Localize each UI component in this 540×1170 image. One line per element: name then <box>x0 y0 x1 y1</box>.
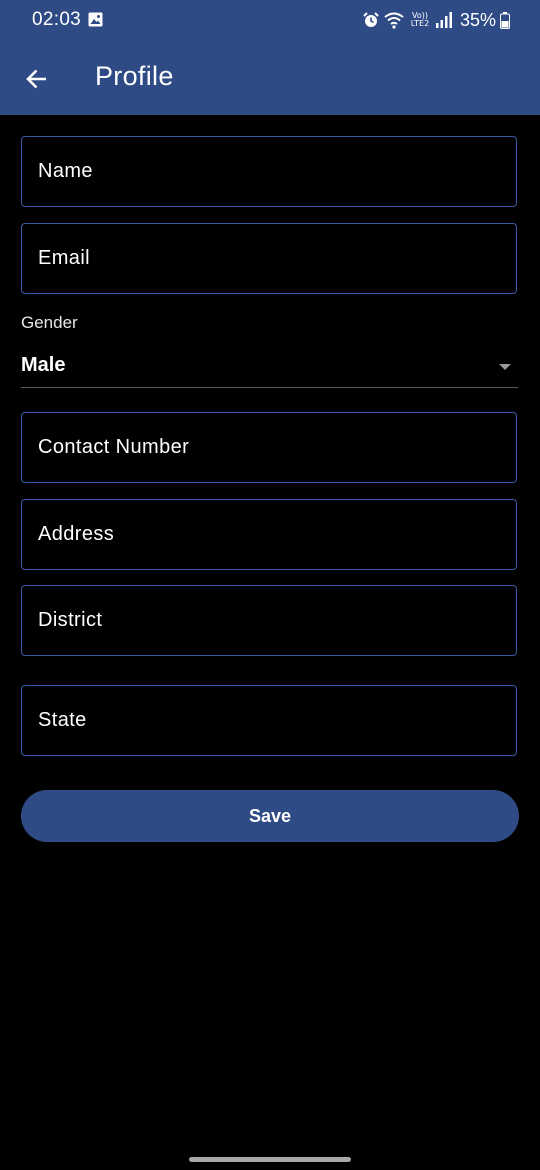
contact-number-field[interactable] <box>21 412 517 483</box>
app-bar: 02:03 Vo)) LTE2 35% Profile <box>0 0 540 115</box>
state-field[interactable] <box>21 685 517 756</box>
home-indicator[interactable] <box>189 1157 351 1162</box>
email-input[interactable] <box>38 224 498 293</box>
battery-icon <box>500 11 510 29</box>
state-input[interactable] <box>38 686 498 755</box>
status-icons: Vo)) LTE2 35% <box>362 9 510 31</box>
district-input[interactable] <box>38 586 498 655</box>
battery-percent: 35% <box>459 9 496 30</box>
save-button[interactable]: Save <box>21 790 519 842</box>
district-field[interactable] <box>21 585 517 656</box>
image-icon <box>88 12 103 27</box>
alarm-icon <box>363 12 379 27</box>
network-label: Vo)) LTE2 <box>410 11 430 28</box>
email-field[interactable] <box>21 223 517 294</box>
signal-icon <box>435 12 452 28</box>
name-field[interactable] <box>21 136 517 207</box>
back-button[interactable] <box>20 62 54 96</box>
address-input[interactable] <box>38 500 498 569</box>
name-input[interactable] <box>38 137 498 206</box>
gender-selected-value: Male <box>21 354 66 376</box>
status-bar: 02:03 Vo)) LTE2 35% <box>0 0 540 40</box>
triangle-down-icon <box>499 364 511 370</box>
page-title: Profile <box>95 61 174 91</box>
contact-number-input[interactable] <box>38 413 498 482</box>
arrow-left-icon <box>26 69 46 89</box>
status-time: 02:03 <box>32 9 82 30</box>
wifi-icon <box>384 12 404 29</box>
gender-dropdown[interactable]: Male <box>21 345 518 388</box>
toolbar: Profile <box>0 40 540 115</box>
gender-label: Gender <box>21 313 78 332</box>
address-field[interactable] <box>21 499 517 570</box>
